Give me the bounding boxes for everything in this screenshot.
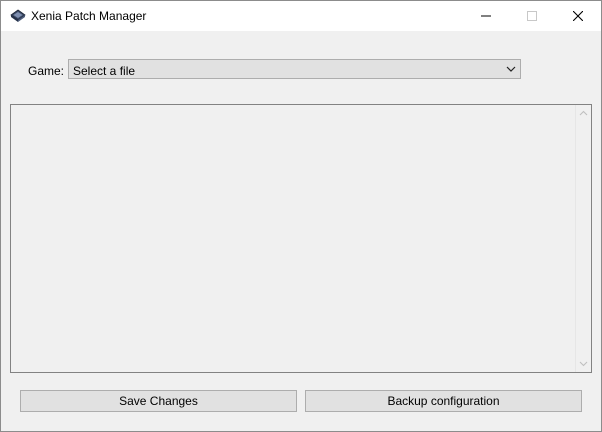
close-icon: [573, 11, 583, 21]
title-bar[interactable]: Xenia Patch Manager: [1, 1, 601, 31]
patch-list-scrollbar[interactable]: [575, 105, 591, 372]
close-button[interactable]: [555, 1, 601, 31]
app-window: Xenia Patch Manager Game: Select a file: [0, 0, 602, 432]
maximize-icon: [527, 11, 537, 21]
game-dropdown[interactable]: Select a file: [68, 59, 521, 79]
minimize-icon: [481, 15, 491, 17]
chevron-down-icon: [506, 66, 516, 72]
game-label: Game:: [28, 64, 65, 78]
scroll-down-arrow-icon[interactable]: [579, 361, 588, 367]
minimize-button[interactable]: [463, 1, 509, 31]
save-changes-button[interactable]: Save Changes: [20, 390, 297, 412]
scroll-up-arrow-icon[interactable]: [579, 110, 588, 116]
backup-configuration-button[interactable]: Backup configuration: [305, 390, 582, 412]
xenia-app-icon: [10, 9, 26, 22]
game-dropdown-value: Select a file: [73, 64, 136, 78]
patch-list-panel[interactable]: [10, 104, 592, 373]
maximize-button[interactable]: [509, 1, 555, 31]
window-title: Xenia Patch Manager: [31, 9, 147, 23]
